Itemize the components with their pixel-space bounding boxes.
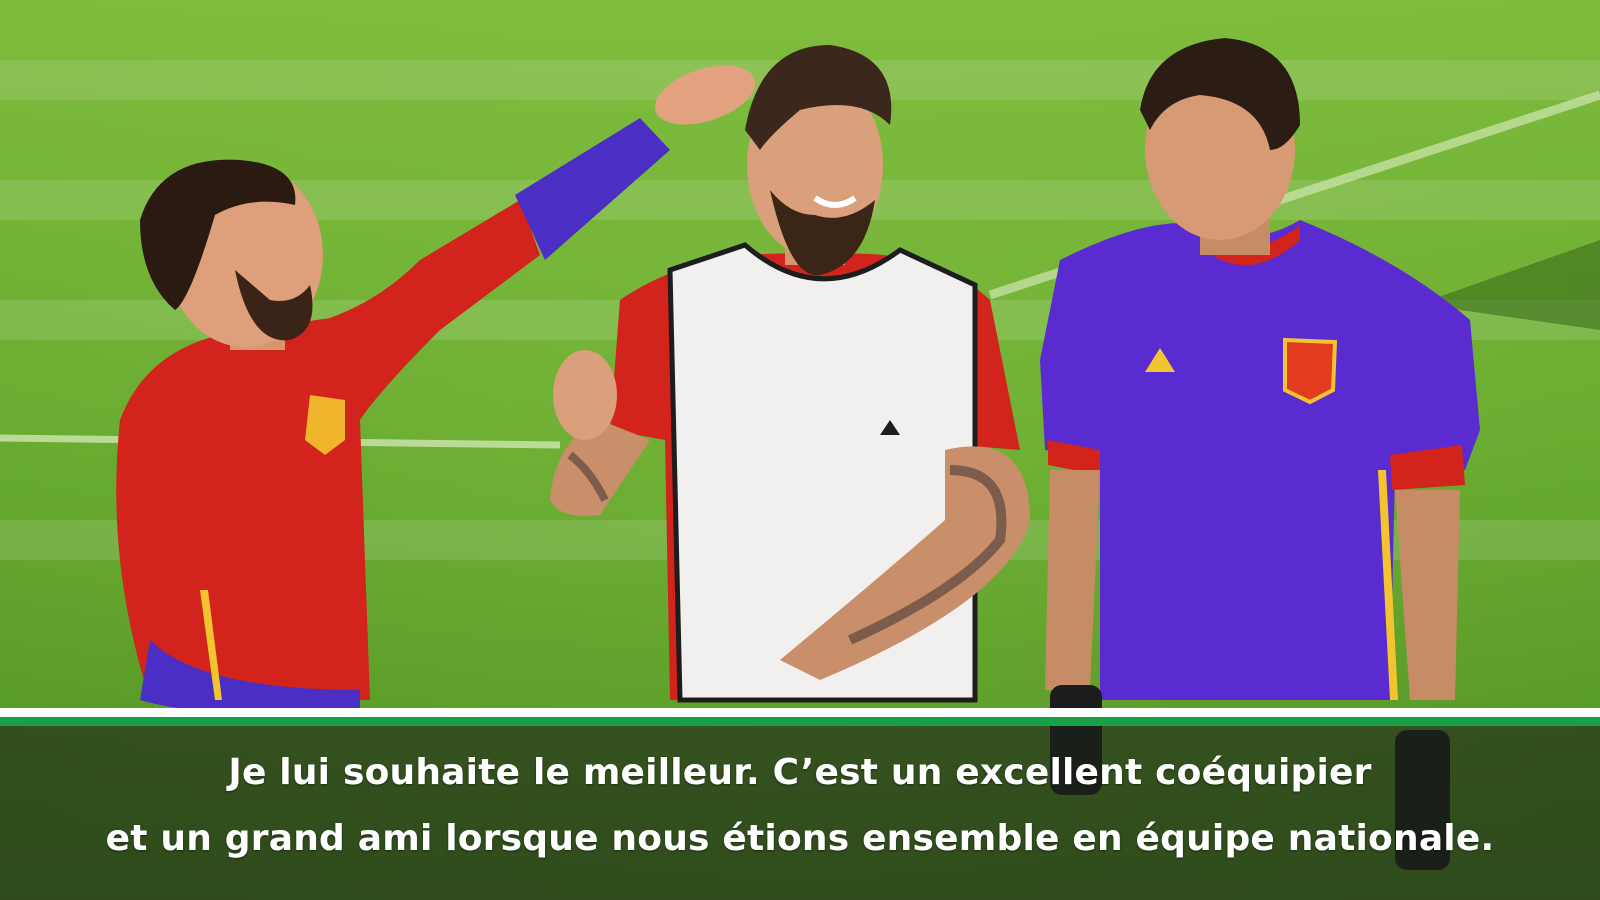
caption-accent-rule	[0, 717, 1600, 726]
subtitle-line-1: Je lui souhaite le meilleur. C’est un ex…	[228, 752, 1372, 793]
subtitle: Je lui souhaite le meilleur. C’est un ex…	[0, 740, 1600, 872]
subtitle-line-2: et un grand ami lorsque nous étions ense…	[105, 818, 1495, 859]
video-frame: Je lui souhaite le meilleur. C’est un ex…	[0, 0, 1600, 900]
caption-rule	[0, 708, 1600, 717]
